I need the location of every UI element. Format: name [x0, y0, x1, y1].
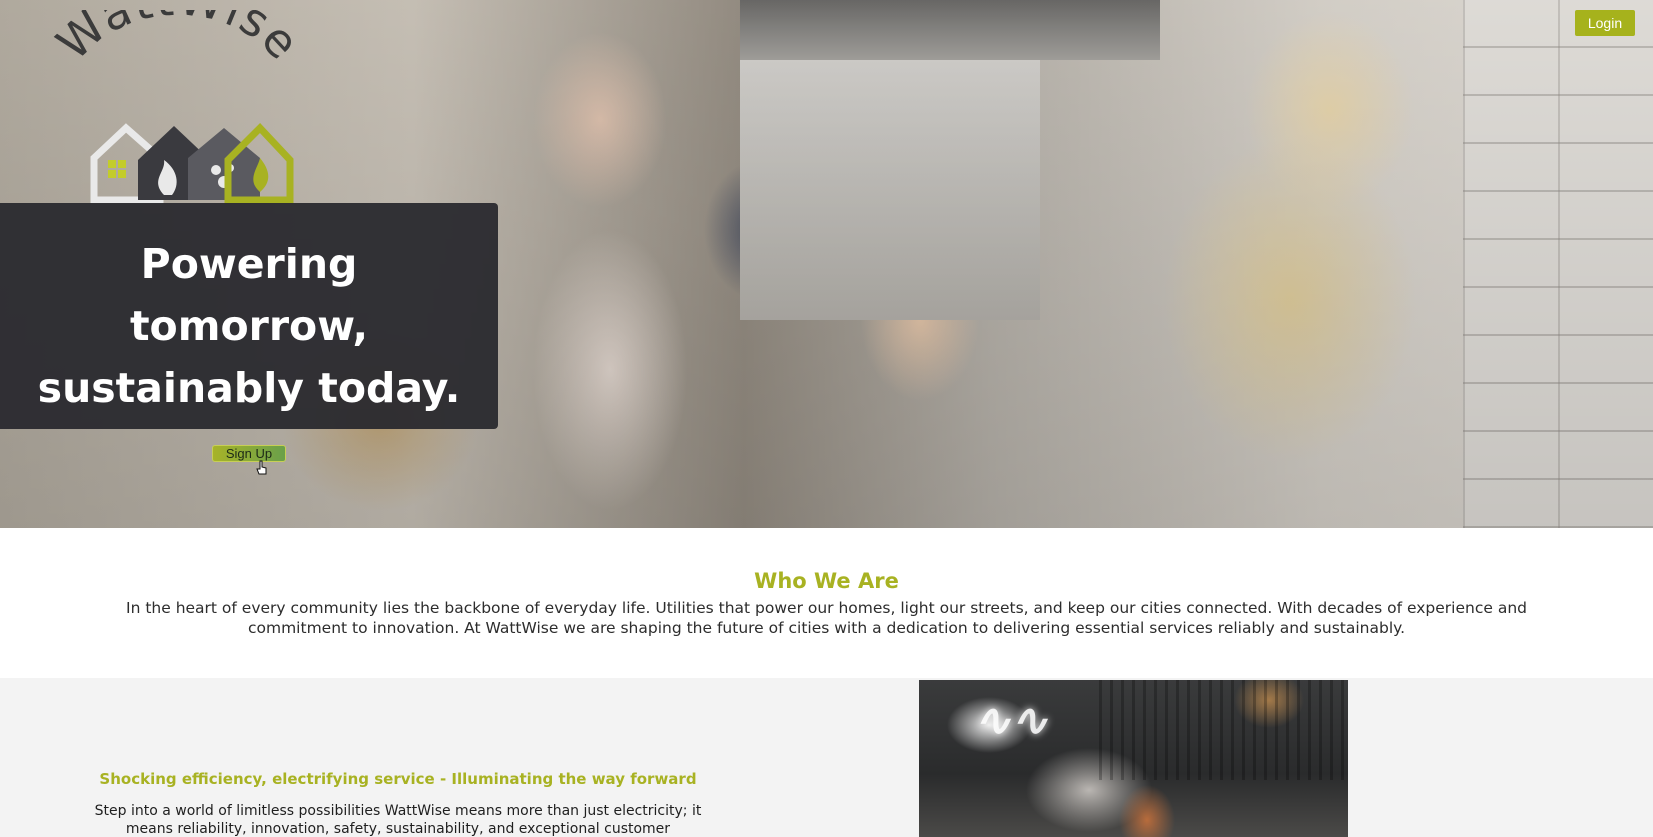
- who-we-are-section: Who We Are In the heart of every communi…: [0, 528, 1653, 678]
- hero-title-line-2: sustainably today.: [37, 364, 461, 412]
- hero-title: Powering tomorrow, sustainably today.: [19, 233, 479, 419]
- hero-panel: Powering tomorrow, sustainably today. Si…: [0, 203, 498, 475]
- sign-up-button[interactable]: Sign Up: [212, 445, 286, 475]
- logo-houses-icon: WattWise: [46, 0, 311, 204]
- who-we-are-text: In the heart of every community lies the…: [126, 599, 1527, 637]
- wattwise-logo[interactable]: WattWise: [38, 0, 318, 205]
- hand-cursor-icon: [256, 460, 267, 475]
- hero-title-line-1: Powering tomorrow,: [129, 240, 369, 350]
- neon-sign-graphic: ∿∿: [974, 695, 1048, 746]
- who-we-are-title: Who We Are: [754, 569, 899, 593]
- svg-text:WattWise: WattWise: [46, 10, 311, 71]
- features-text: Step into a world of limitless possibili…: [94, 803, 702, 837]
- cafe-photo: ∿∿: [919, 680, 1348, 837]
- features-title: Shocking efficiency, electrifying servic…: [99, 770, 697, 788]
- hero-banner: WattWise Login Powering tomorrow, sustai…: [0, 0, 1653, 528]
- cafe-photo-slats: [1099, 680, 1348, 780]
- login-button[interactable]: Login: [1575, 10, 1635, 36]
- logo-wordmark: WattWise: [46, 0, 309, 71]
- sign-up-label: Sign Up: [225, 446, 273, 461]
- features-section: Shocking efficiency, electrifying servic…: [0, 678, 1653, 837]
